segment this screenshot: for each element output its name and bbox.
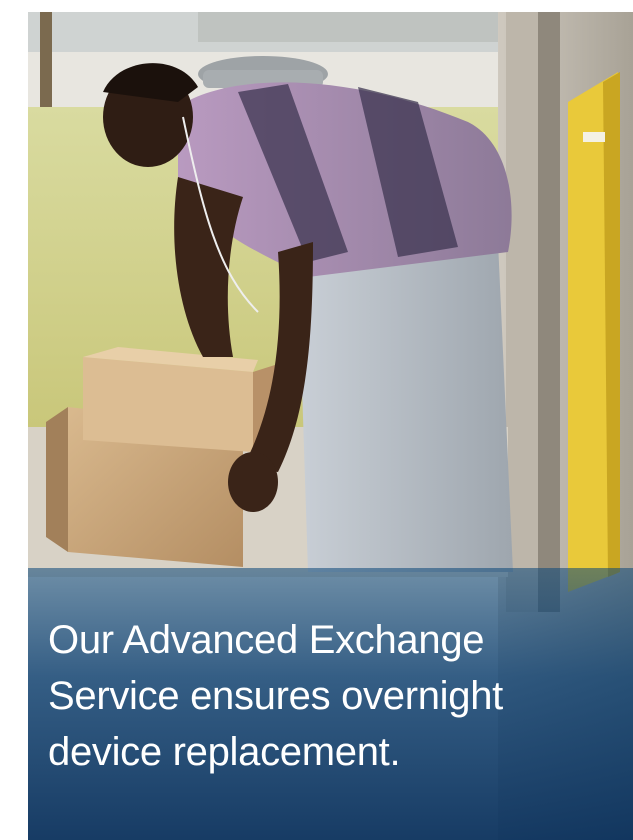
hero-caption: Our Advanced Exchange Service ensures ov…	[48, 618, 503, 774]
page: Our Advanced Exchange Service ensures ov…	[0, 0, 633, 840]
